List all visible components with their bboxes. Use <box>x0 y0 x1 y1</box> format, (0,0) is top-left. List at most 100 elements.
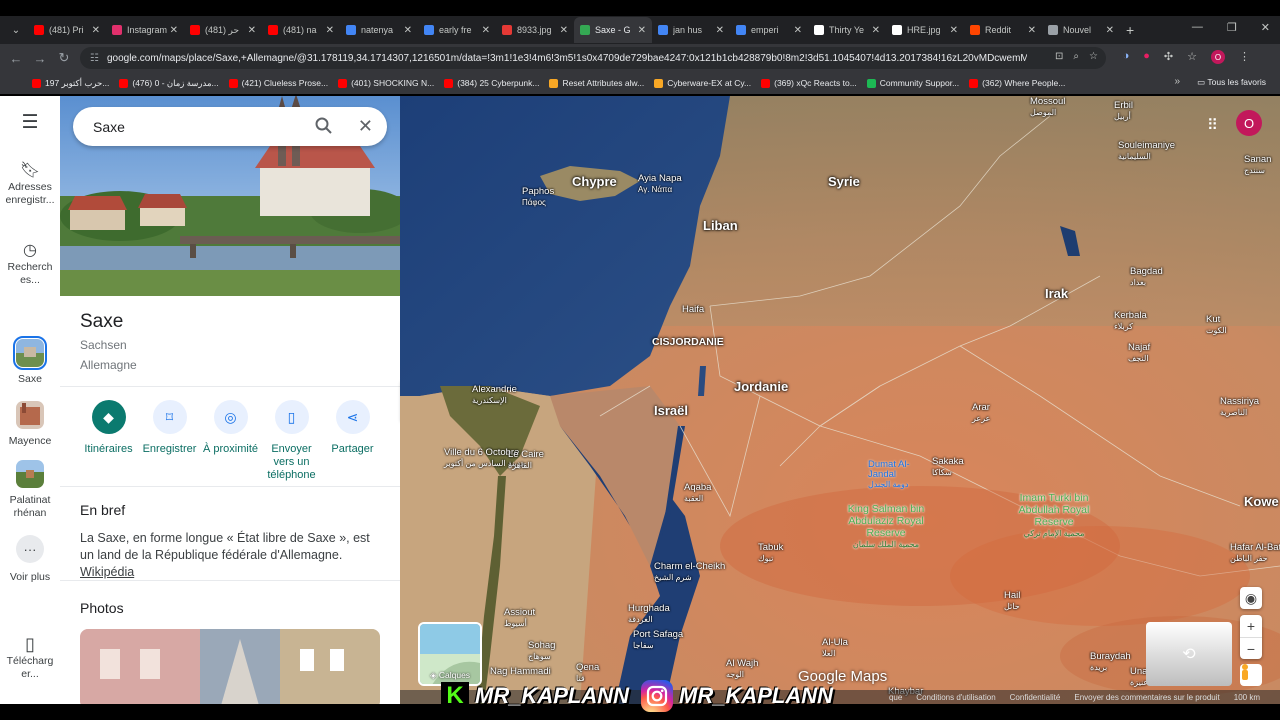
nearby-button[interactable]: ◎ À proximité <box>200 400 261 482</box>
map-city-label[interactable]: Sohag سوهاج <box>528 640 555 662</box>
search-box[interactable]: ✕ <box>73 107 387 146</box>
browser-tab[interactable]: emperi ✕ <box>730 17 808 43</box>
map-reserve-label[interactable]: Imam Turki bin Abdullah Royal Reserve محم… <box>1014 492 1094 540</box>
new-tab-button[interactable]: + <box>1126 22 1134 38</box>
map-city-label[interactable]: Al-Ula العلا <box>822 637 848 659</box>
tab-close-icon[interactable]: ✕ <box>794 25 802 36</box>
reload-button[interactable]: ↻ <box>52 50 76 66</box>
scale-bar[interactable]: 100 km <box>1234 693 1260 702</box>
tab-close-icon[interactable]: ✕ <box>872 25 880 36</box>
rail-item-more[interactable]: ··· Voir plus <box>0 535 60 584</box>
bookmark-item[interactable]: (369) xQc Reacts to... <box>761 78 857 89</box>
address-bar[interactable]: ☷ google.com/maps/place/Saxe,+Allemagne/… <box>80 47 1106 69</box>
tab-close-icon[interactable]: ✕ <box>1028 25 1036 36</box>
tab-close-icon[interactable]: ✕ <box>560 25 568 36</box>
map-city-label[interactable]: Le Caire القاهرة <box>508 449 544 471</box>
extension-icon[interactable]: ◑ <box>1123 50 1130 64</box>
map-city-label[interactable]: Charm el-Cheikh شرم الشيخ <box>654 561 725 583</box>
wikipedia-link[interactable]: Wikipédia <box>80 565 134 579</box>
restore-button[interactable]: ❐ <box>1227 21 1237 34</box>
tab-close-icon[interactable]: ✕ <box>950 25 958 36</box>
minimize-button[interactable]: — <box>1192 21 1203 34</box>
map-country-label[interactable]: Chypre <box>572 174 617 189</box>
share-button[interactable]: ⋖ Partager <box>322 400 383 482</box>
url-text[interactable]: google.com/maps/place/Saxe,+Allemagne/@3… <box>107 53 1027 64</box>
map-city-label[interactable]: Hail حائل <box>1004 590 1020 612</box>
rail-item-download[interactable]: ▯ Télécharg er... <box>0 635 60 681</box>
tab-close-icon[interactable]: ✕ <box>716 25 724 36</box>
map-city-label[interactable]: Nag Hammadi <box>490 666 551 677</box>
map-country-label[interactable]: Syrie <box>828 174 860 189</box>
rail-item-recent[interactable]: ◷ Recherch es... <box>0 243 60 287</box>
map-city-label[interactable]: Paphos Πάφος <box>522 186 554 208</box>
reading-list-icon[interactable]: ☆ <box>1187 50 1197 64</box>
bookmark-item[interactable]: (362) Where People... <box>969 78 1065 89</box>
puzzle-icon[interactable]: ✣ <box>1164 50 1173 64</box>
tab-close-icon[interactable]: ✕ <box>92 25 100 36</box>
browser-tab[interactable]: jan hus ✕ <box>652 17 730 43</box>
bookmark-item[interactable]: Reset Attributes alw... <box>549 78 644 89</box>
map-city-label[interactable]: Assiout أسيوط <box>504 607 535 629</box>
site-info-icon[interactable]: ☷ <box>90 53 99 64</box>
menu-icon[interactable]: ⋮ <box>1239 50 1250 64</box>
map-city-label[interactable]: Port Safaga سفاجا <box>633 629 683 651</box>
rail-item-palatinat[interactable]: Palatinat rhénan <box>0 460 60 520</box>
map-city-label[interactable]: Buraydah بريدة <box>1090 651 1131 673</box>
map-city-label[interactable]: Sanan سنندج <box>1244 154 1271 176</box>
map-country-label[interactable]: Kowe <box>1244 494 1279 509</box>
my-location-button[interactable]: ◉ <box>1240 587 1262 609</box>
menu-button[interactable]: ☰ <box>0 113 60 133</box>
search-input[interactable] <box>93 118 293 135</box>
browser-tab[interactable]: Instagram ✕ <box>106 17 184 43</box>
browser-tab[interactable]: early fre ✕ <box>418 17 496 43</box>
bookmark-item[interactable]: (476) مدرسة زمان - 0... <box>119 78 219 89</box>
map-city-label[interactable]: Souleimaniye السليمانية <box>1118 140 1175 162</box>
tab-close-icon[interactable]: ✕ <box>326 25 334 36</box>
map-country-label[interactable]: Jordanie <box>734 379 788 394</box>
bookmark-item[interactable]: (384) 25 Cyberpunk... <box>444 78 539 89</box>
browser-tab[interactable]: Thirty Ye ✕ <box>808 17 886 43</box>
layers-button[interactable]: ◈ Calques <box>418 622 482 686</box>
map-country-label[interactable]: CISJORDANIE <box>652 336 724 348</box>
browser-tab[interactable]: (481) حر ✕ <box>184 17 262 43</box>
zoom-in-button[interactable]: + <box>1240 615 1262 637</box>
rail-item-saved[interactable]: 🔖︎ Adresses enregistr... <box>0 163 60 207</box>
map-city-label[interactable]: Alexandrie الإسكندرية <box>472 384 517 406</box>
browser-tab[interactable]: 8933.jpg ✕ <box>496 17 574 43</box>
tab-search-button[interactable]: ⌄ <box>4 19 28 41</box>
tilt-preview[interactable]: ⟲ <box>1146 622 1232 686</box>
tab-close-icon[interactable]: ✕ <box>482 25 490 36</box>
browser-tab[interactable]: HRE.jpg ✕ <box>886 17 964 43</box>
map-city-label[interactable]: Erbil أربيل <box>1114 100 1133 122</box>
map-city-label[interactable]: Tabuk تبوك <box>758 542 783 564</box>
map-city-label[interactable]: Arar عرعر <box>972 402 990 424</box>
map-country-label[interactable]: Liban <box>703 218 738 233</box>
bookmark-star-icon[interactable]: ☆ <box>1089 51 1098 62</box>
send-to-phone-button[interactable]: ▯ Envoyer vers un téléphone <box>261 400 322 482</box>
browser-tab[interactable]: natenya ✕ <box>340 17 418 43</box>
tab-close-icon[interactable]: ✕ <box>638 25 646 36</box>
feedback-link[interactable]: Envoyer des commentaires sur le produit <box>1074 693 1219 702</box>
tab-close-icon[interactable]: ✕ <box>1106 25 1114 36</box>
browser-tab[interactable]: Nouvel ✕ <box>1042 17 1120 43</box>
map-city-label[interactable]: Al Wajh الوجه <box>726 658 758 680</box>
zoom-icon[interactable]: ⌕ <box>1073 51 1079 62</box>
satellite-map[interactable]: Chypre Syrie Liban Irak CISJORDANIE Jordanie I… <box>400 96 1280 704</box>
bookmark-item[interactable]: Cyberware-EX at Cy... <box>654 78 751 89</box>
map-country-label[interactable]: Irak <box>1045 286 1068 301</box>
forward-button[interactable]: → <box>28 51 52 66</box>
map-city-label[interactable]: Bagdad بغداد <box>1130 266 1163 288</box>
map-city-label[interactable]: Hafar Al-Batinحفر الباطن <box>1230 542 1280 564</box>
search-icon[interactable] <box>315 117 333 140</box>
bookmark-item[interactable]: (421) Clueless Prose... <box>228 78 328 89</box>
zoom-out-button[interactable]: − <box>1240 637 1262 659</box>
tab-close-icon[interactable]: ✕ <box>170 25 178 36</box>
bookmark-item[interactable]: Community Suppor... <box>866 78 959 89</box>
map-poi-label[interactable]: Dumat Al-Jandal دومة الجندل <box>868 460 912 490</box>
close-icon[interactable]: ✕ <box>358 116 373 137</box>
map-city-label[interactable]: Kerbala كربلاء <box>1114 310 1147 332</box>
directions-button[interactable]: ◆ Itinéraires <box>78 400 139 482</box>
close-window-button[interactable]: ✕ <box>1261 21 1270 34</box>
account-avatar[interactable]: O <box>1236 110 1262 136</box>
map-city-label[interactable]: Sakaka سكاكا <box>932 456 964 478</box>
